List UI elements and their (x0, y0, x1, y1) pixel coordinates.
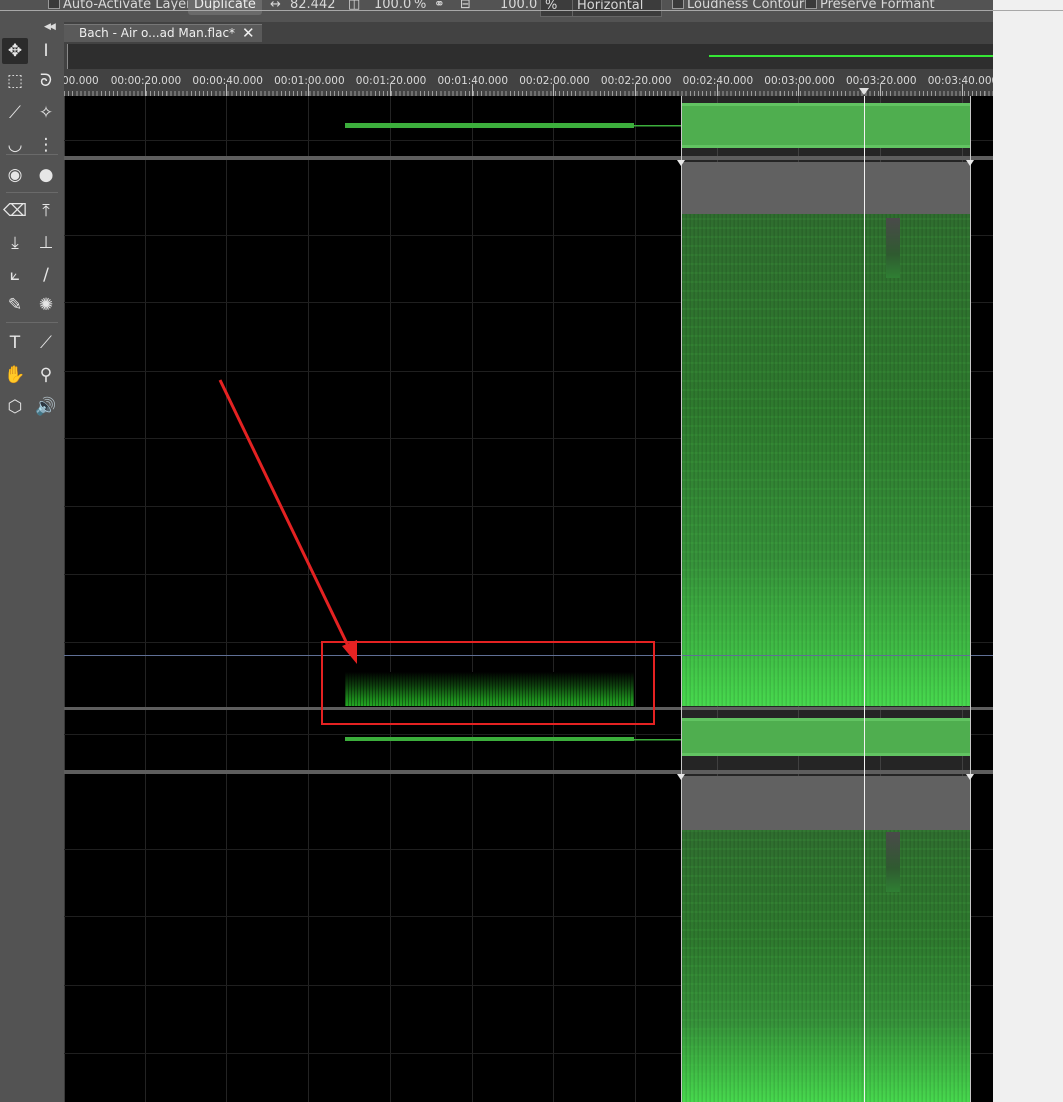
ruler-label: 00:02:40.000 (682, 75, 754, 87)
duplicate-button[interactable]: Duplicate (188, 0, 262, 15)
auto-activate-label: Auto-Activate Layer (63, 0, 192, 12)
ruler-major-tick (553, 84, 555, 96)
pencil-tool-icon[interactable]: ✎ (2, 292, 28, 318)
brush-tool-icon[interactable]: ∕ (33, 262, 59, 288)
document-tab-strip: Bach - Air o...ad Man.flac* ✕ (64, 22, 993, 43)
eyedropper-tool-icon[interactable]: ⟋ (33, 330, 59, 356)
ruler-label: 00.000 (64, 75, 99, 87)
eraser-tool-icon[interactable]: ⌫ (2, 198, 28, 224)
ruler-label: 00:03:00.000 (764, 75, 835, 87)
brush-select-tool-icon[interactable]: ⟋ (2, 100, 28, 126)
ruler-label: 00:01:20.000 (355, 75, 427, 87)
ruler-major-tick (226, 84, 228, 96)
spot-healing-tool-icon[interactable]: ◉ (2, 162, 28, 188)
ruler-label: 00:00:20.000 (110, 75, 182, 87)
ruler-major-tick (716, 84, 718, 96)
height-percent[interactable]: 100.0 (500, 0, 537, 15)
link-icon[interactable]: ⚭ (434, 0, 445, 15)
ruler-major-tick (798, 84, 800, 96)
ruler-label: 00:03:40.000 (927, 75, 993, 87)
annotation-arrow (218, 379, 357, 664)
window-top-border (0, 10, 1063, 11)
close-tab-icon[interactable]: ✕ (242, 24, 255, 42)
collapse-panel-icon[interactable]: ◀◀ (44, 22, 56, 32)
text-tool-icon[interactable]: T (2, 330, 28, 356)
ruler-label: 00:01:00.000 (274, 75, 345, 87)
ruler-label: 00:03:20.000 (846, 75, 917, 87)
ruler-major-tick (389, 84, 391, 96)
clone-stamp-tool-icon[interactable]: ⊥ (33, 230, 59, 256)
ruler-label: 00:02:00.000 (519, 75, 590, 87)
spray-tool-icon[interactable]: ✺ (33, 292, 59, 318)
zoom-tool-icon[interactable]: ⚲ (33, 362, 59, 388)
width-unit: % (414, 0, 427, 12)
width-percent[interactable]: 100.0 (374, 0, 411, 15)
ruler-major-tick (308, 84, 310, 96)
options-bar: Auto-Activate Layer Duplicate ↔ 82.442 ◫… (0, 0, 993, 22)
ruler-label: 00:02:20.000 (600, 75, 672, 87)
loudness-contour-label: Loudness Contour (687, 0, 805, 12)
right-empty-pane (993, 11, 1063, 1102)
ruler-major-tick (961, 84, 963, 96)
smudge-tool-icon[interactable]: ⟀ (2, 262, 28, 288)
unit-dropdown[interactable]: % (540, 0, 577, 17)
height-icon: ⊟ (460, 0, 471, 12)
time-ruler[interactable]: 00.000 00:00:20.000 00:00:40.000 00:01:00.0… (64, 72, 993, 96)
position-value[interactable]: 82.442 (290, 0, 336, 15)
ruler-label: 00:00:40.000 (192, 75, 263, 87)
ruler-major-tick (471, 84, 473, 96)
preserve-formant-checkbox[interactable] (805, 0, 817, 9)
ruler-major-tick (634, 84, 636, 96)
width-icon: ◫ (348, 0, 361, 12)
burn-tool-icon[interactable]: ⤓ (2, 230, 28, 256)
document-tab-title: Bach - Air o...ad Man.flac* (79, 26, 236, 40)
overview-visible-range[interactable] (709, 55, 993, 57)
tool-group-separator (6, 322, 58, 323)
tool-palette: ◀◀ ✥ I ⬚ ᘐ ⟋ ✧ ◡ ⋮ ◉ ● ⌫ ⤒ ⤓ ⊥ ⟀ ∕ ✎ ✺ T ⟋ ✋ ⚲ ⬡ 🔊 (0, 22, 65, 1102)
playhead-marker[interactable] (859, 88, 869, 95)
move-tool-icon[interactable]: ✥ (2, 38, 28, 64)
loudness-contour-checkbox[interactable] (672, 0, 684, 9)
auto-activate-checkbox[interactable] (48, 0, 60, 9)
overview-strip[interactable] (64, 42, 993, 72)
direction-dropdown[interactable]: Horizontal (572, 0, 663, 17)
editor-canvas[interactable] (64, 96, 993, 1102)
blur-tool-icon[interactable]: ● (33, 162, 59, 188)
tool-group-separator (6, 154, 58, 155)
preserve-formant-label: Preserve Formant (820, 0, 935, 12)
audio-editor-window: Auto-Activate Layer Duplicate ↔ 82.442 ◫… (0, 0, 993, 1102)
magic-wand-tool-icon[interactable]: ✧ (33, 100, 59, 126)
dodge-tool-icon[interactable]: ⤒ (33, 198, 59, 224)
hand-tool-icon[interactable]: ✋ (2, 362, 28, 388)
tool-group-separator (6, 192, 58, 193)
3d-cube-tool-icon[interactable]: ⬡ (2, 394, 28, 420)
ruler-major-tick (144, 84, 146, 96)
time-selection-tool-icon[interactable]: I (33, 38, 59, 64)
rectangle-select-tool-icon[interactable]: ⬚ (2, 68, 28, 94)
position-arrows-icon: ↔ (270, 0, 281, 12)
ruler-label: 00:01:40.000 (437, 75, 509, 87)
lasso-tool-icon[interactable]: ᘐ (33, 68, 59, 94)
ruler-major-tick (880, 84, 881, 96)
document-tab[interactable]: Bach - Air o...ad Man.flac* ✕ (64, 24, 262, 43)
speaker-tool-icon[interactable]: 🔊 (33, 394, 59, 420)
